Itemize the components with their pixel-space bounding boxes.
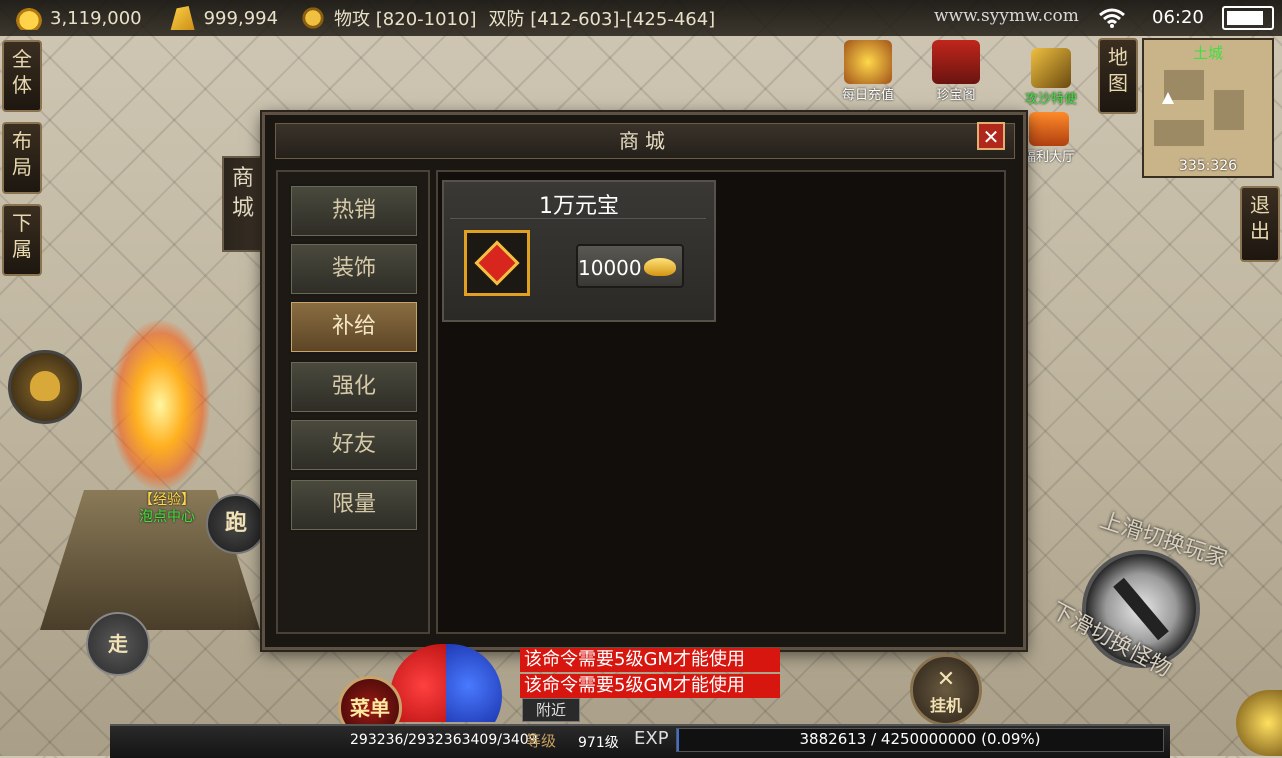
shop-title: 商城 [275, 123, 1015, 159]
category-panel: 热销 装饰 补给 强化 好友 限量 [276, 170, 430, 634]
chat-message: 该命令需要5级GM才能使用 [520, 648, 780, 672]
level-value: 971级 [578, 735, 619, 751]
minimap-building [1164, 70, 1204, 100]
walk-label: 走 [108, 632, 128, 656]
close-button[interactable]: ✕ [977, 122, 1005, 150]
stats: 物攻 [820-1010] 双防 [412-603]-[425-464] [298, 5, 715, 31]
chat-channel-nearby[interactable]: 附近 [522, 698, 580, 722]
hp-mp-orb [386, 640, 504, 722]
pavilion-icon [932, 40, 980, 84]
exp-label: EXP [634, 728, 669, 749]
battery-icon [1222, 6, 1274, 30]
layout-button[interactable]: 布局 [2, 122, 42, 194]
minimap-coords: 335:326 [1178, 158, 1238, 174]
skull-icon [30, 371, 60, 401]
auto-fight-button[interactable]: ✕ 挂机 [910, 654, 982, 726]
item-price: 10000 [578, 256, 642, 280]
ingot-value: 999,994 [203, 7, 279, 29]
item-slot[interactable] [464, 230, 530, 296]
shop-side-tab-label: 商城 [231, 166, 254, 221]
shop-side-tab[interactable]: 商城 [222, 156, 262, 252]
tab-enhance[interactable]: 强化 [289, 360, 419, 414]
minimap[interactable]: 土城 335:326 [1142, 38, 1274, 178]
exit-label: 退出 [1250, 193, 1270, 243]
ingot-icon [644, 258, 676, 276]
tab-limited[interactable]: 限量 [289, 478, 419, 532]
gold-counter: 3,119,000 [14, 6, 142, 30]
exp-bar: 3882613 / 4250000000 (0.09%) [676, 728, 1164, 752]
gift-box-icon [1029, 112, 1069, 146]
tab-decoration[interactable]: 装饰 [289, 242, 419, 296]
status-bar: 3,119,000 999,994 物攻 [820-1010] 双防 [412-… [0, 0, 1282, 36]
buy-button[interactable]: 10000 [576, 244, 684, 288]
clock: 06:20 [1152, 7, 1204, 28]
gold-icon [14, 6, 44, 30]
treasure-pavilion-label: 珍宝阁 [936, 88, 976, 103]
daily-recharge-event[interactable]: 每日充值 [836, 40, 900, 103]
ingot-icon [170, 6, 195, 30]
gold-value: 3,119,000 [50, 7, 142, 29]
map-button[interactable]: 地图 [1098, 38, 1138, 114]
item-name: 1万元宝 [539, 194, 619, 219]
menu-label: 菜单 [350, 696, 390, 720]
exit-button[interactable]: 退出 [1240, 186, 1280, 262]
subordinate-button[interactable]: 下属 [2, 204, 42, 276]
envoy-label: 攻沙特使 [1024, 92, 1077, 107]
minimap-building [1154, 120, 1204, 146]
treasure-chest-icon [844, 40, 892, 84]
run-label: 跑 [224, 511, 247, 536]
layout-label: 布局 [12, 129, 32, 179]
chat-message: 该命令需要5级GM才能使用 [520, 674, 780, 698]
flag-icon [1031, 48, 1071, 88]
level-label: 等级 [526, 732, 557, 750]
daily-recharge-label: 每日充值 [841, 88, 894, 103]
wifi-icon [1099, 8, 1125, 28]
attack-stat: 物攻 [820-1010] [334, 9, 477, 30]
auto-fight-label: 挂机 [929, 696, 962, 715]
fire-effect [110, 320, 210, 490]
exp-npc-name: 泡点中心 [139, 509, 195, 525]
minimap-building [1214, 90, 1244, 130]
close-icon: ✕ [982, 125, 1000, 149]
exp-altar [40, 300, 260, 640]
tab-friends[interactable]: 好友 [289, 418, 419, 472]
envoy-event[interactable]: 攻沙特使 [1012, 48, 1090, 107]
exp-npc-title: 【经验】 [139, 492, 195, 508]
item-divider [450, 218, 706, 219]
minimap-area: 土城 [1192, 44, 1223, 62]
shop-item-card[interactable]: 1万元宝 10000 [442, 180, 716, 322]
run-button[interactable]: 跑 [206, 494, 266, 554]
mp-orb [446, 644, 502, 722]
hp-mp-value: 293236/2932363409/3409 [350, 732, 538, 748]
crossed-swords-icon: ✕ [936, 667, 956, 692]
all-label: 全体 [12, 47, 32, 97]
tab-hot[interactable]: 热销 [289, 184, 419, 238]
site-watermark: www.syymw.com [934, 6, 1079, 26]
walk-button[interactable]: 走 [86, 612, 150, 676]
tab-supply[interactable]: 补给 [289, 300, 419, 354]
helmet-icon [298, 6, 329, 30]
ingot-counter: 999,994 [168, 6, 278, 30]
exp-npc-label: 【经验】 泡点中心 [126, 492, 208, 526]
treasure-pavilion-event[interactable]: 珍宝阁 [924, 40, 988, 103]
exp-text: 3882613 / 4250000000 (0.09%) [799, 730, 1041, 748]
red-gem-icon [474, 240, 520, 286]
sun-icon[interactable] [1236, 690, 1282, 756]
all-button[interactable]: 全体 [2, 40, 42, 112]
defense-stat: 双防 [412-603]-[425-464] [488, 9, 716, 30]
map-label: 地图 [1108, 45, 1128, 95]
subordinate-label: 下属 [12, 211, 32, 261]
